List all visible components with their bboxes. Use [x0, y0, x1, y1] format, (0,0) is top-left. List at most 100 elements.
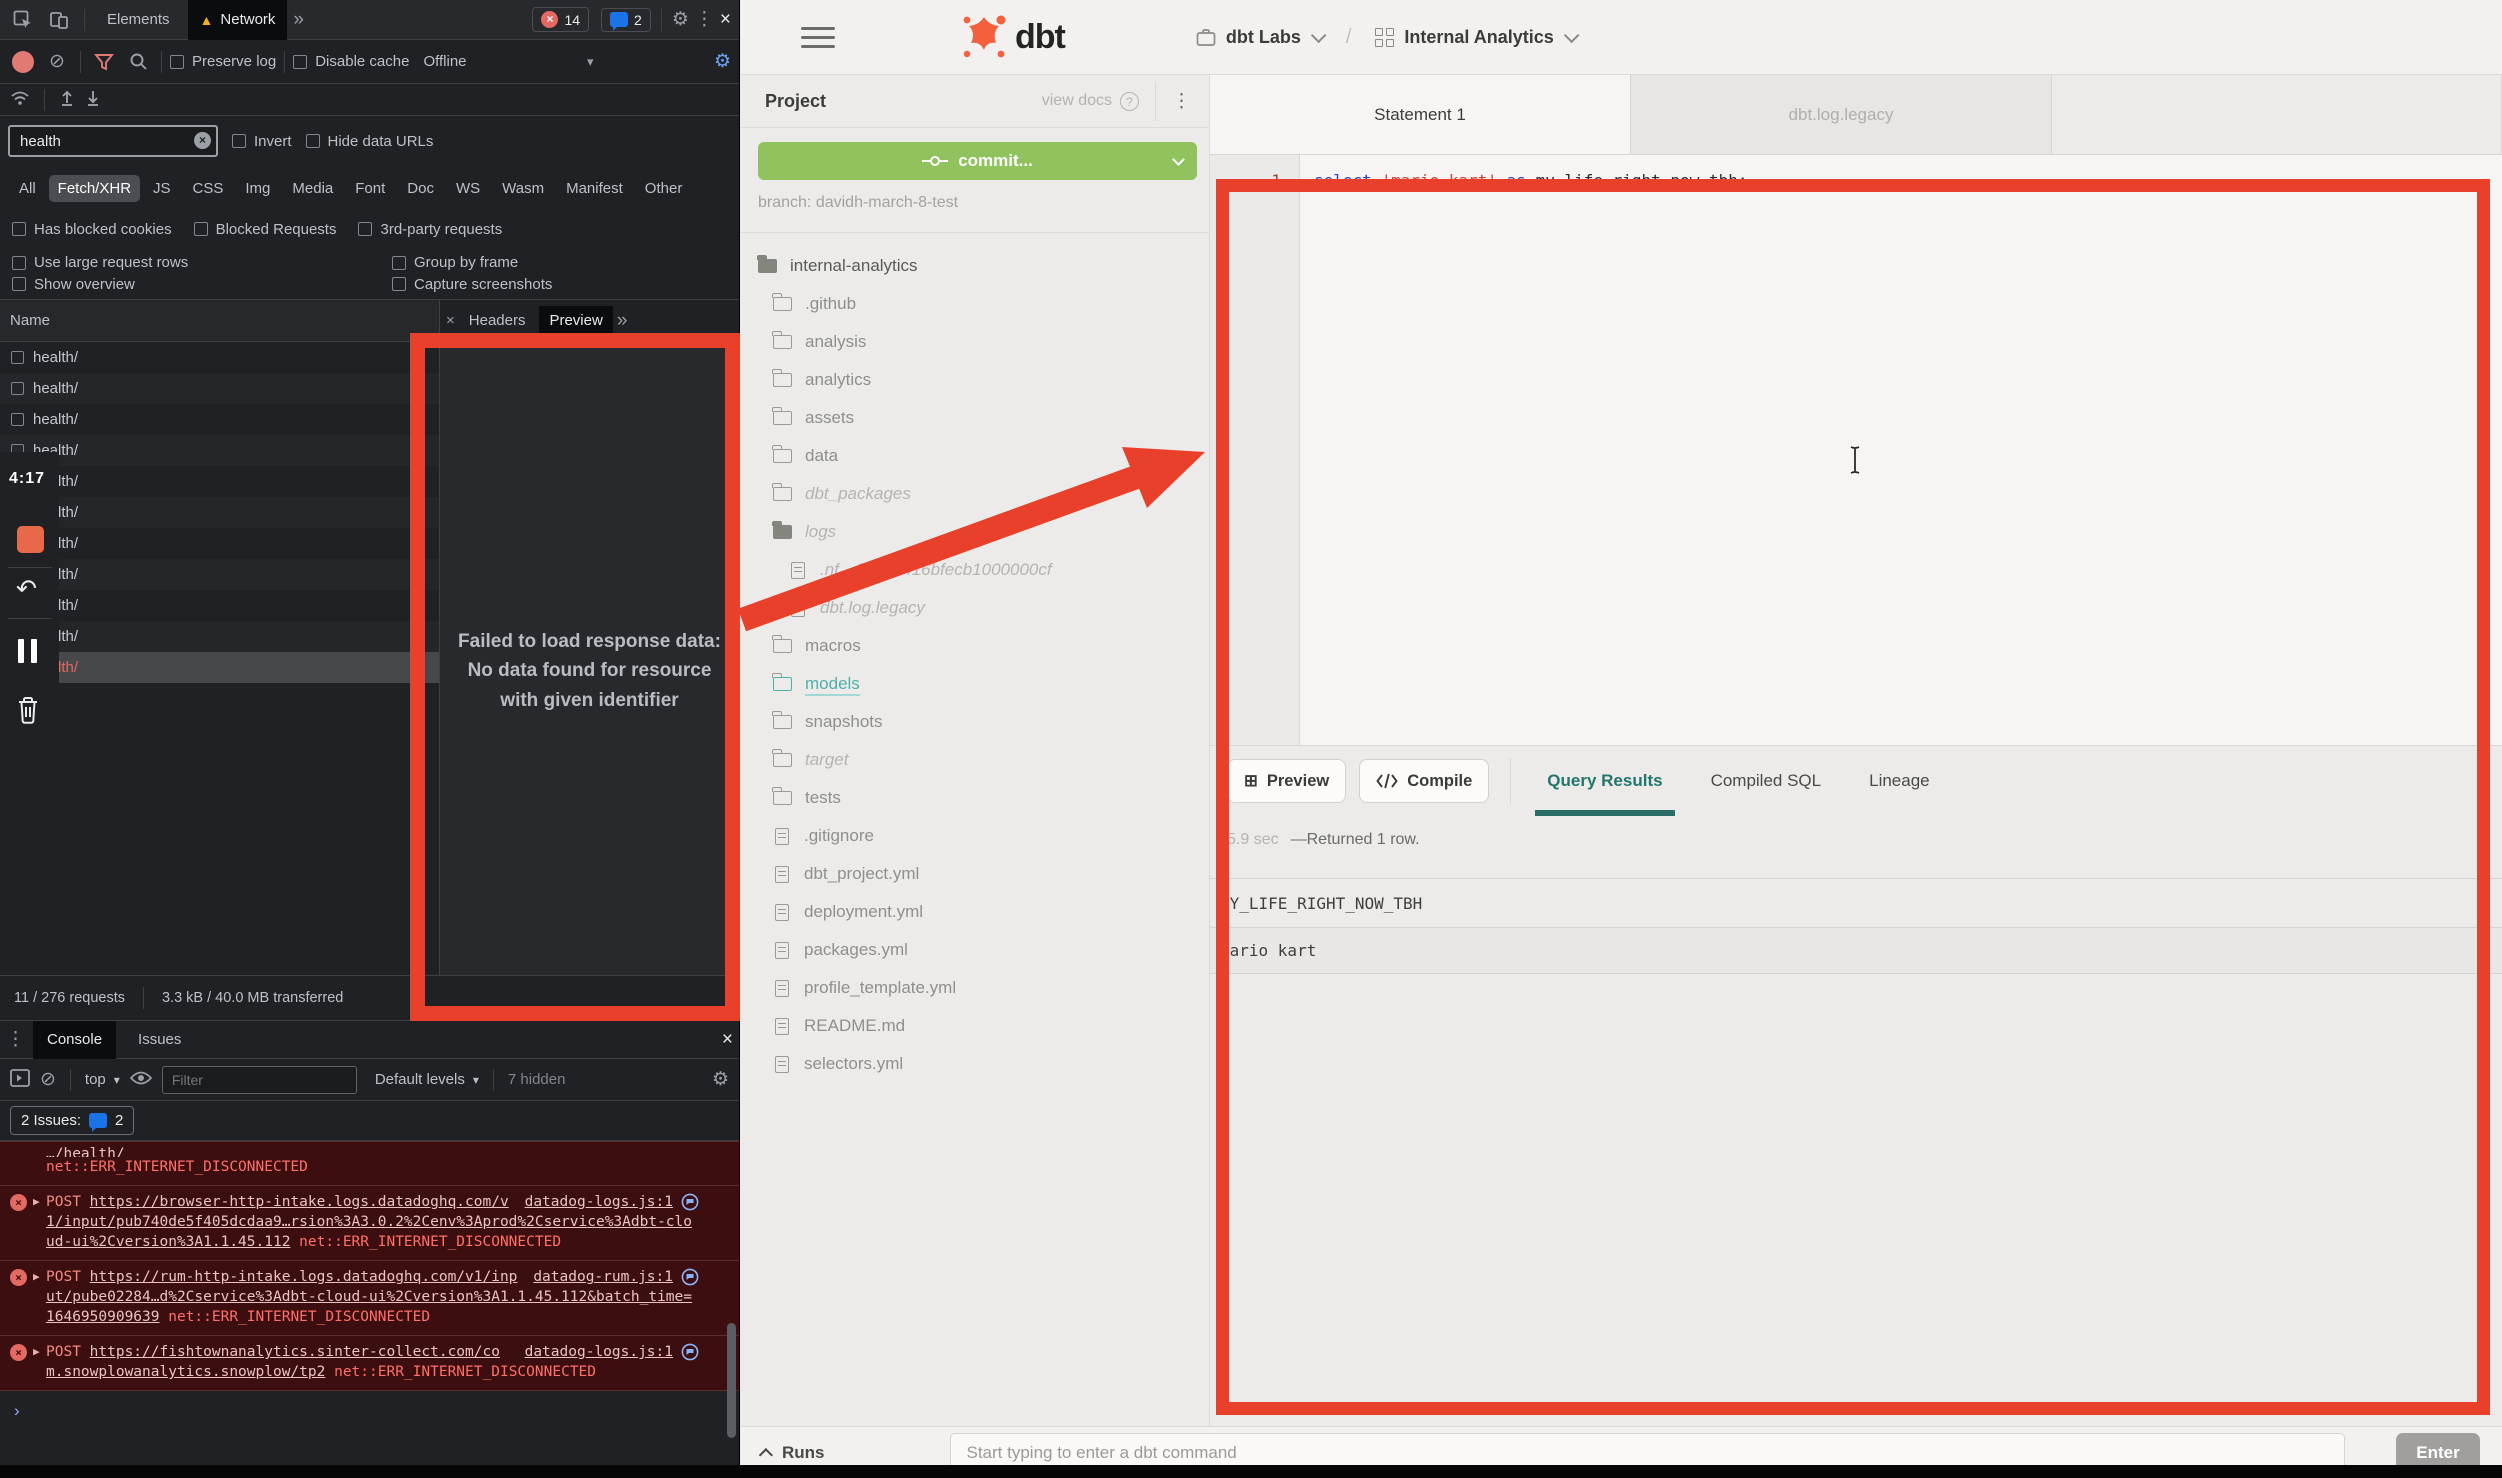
view-docs-link[interactable]: view docs ?	[1042, 92, 1139, 111]
network-filter-input[interactable]	[8, 125, 218, 157]
project-kebab-icon[interactable]: ⋮	[1155, 82, 1195, 121]
request-row[interactable]: health/	[0, 466, 439, 497]
sql-editor[interactable]: 1 select 'mario kart' as my_life_right_n…	[1210, 155, 2502, 745]
has-blocked-cookies-checkbox[interactable]: Has blocked cookies	[12, 221, 172, 238]
chip-ws[interactable]: WS	[447, 175, 489, 202]
tree-item-models[interactable]: models	[741, 665, 1209, 703]
tab-compiled-sql[interactable]: Compiled SQL	[1687, 746, 1846, 816]
context-selector[interactable]: top▾	[85, 1071, 120, 1088]
commit-button[interactable]: commit...	[758, 142, 1197, 180]
tree-item-macros[interactable]: macros	[741, 627, 1209, 665]
chip-css[interactable]: CSS	[184, 175, 233, 202]
help-icon[interactable]: ?	[1120, 92, 1139, 111]
chip-media[interactable]: Media	[283, 175, 342, 202]
tree-item-readme-md[interactable]: README.md	[741, 1007, 1209, 1045]
request-row[interactable]: health/	[0, 528, 439, 559]
console-kebab-icon[interactable]: ⋮	[6, 1028, 25, 1051]
tab-query-results[interactable]: Query Results	[1523, 746, 1686, 816]
device-toolbar-icon[interactable]	[44, 6, 74, 34]
chip-all[interactable]: All	[10, 175, 45, 202]
request-checkbox[interactable]	[11, 382, 24, 395]
console-sidebar-icon[interactable]	[10, 1069, 30, 1091]
pause-recording-icon[interactable]	[18, 639, 59, 663]
tree-item-dbt-packages[interactable]: dbt_packages	[741, 475, 1209, 513]
tree-item-assets[interactable]: assets	[741, 399, 1209, 437]
close-devtools-icon[interactable]: ×	[720, 9, 731, 31]
results-row[interactable]: mario kart	[1210, 928, 2502, 974]
request-row[interactable]: health/	[0, 590, 439, 621]
tab-lineage[interactable]: Lineage	[1845, 746, 1954, 816]
tree-item-nfs-log-file[interactable]: .nf…3665c416bfecb1000000cf	[741, 551, 1209, 589]
request-row[interactable]: health/	[0, 342, 439, 373]
request-row[interactable]: health/	[0, 497, 439, 528]
runs-toggle[interactable]: Runs	[763, 1443, 825, 1463]
clear-network-icon[interactable]: ⊘	[42, 48, 72, 76]
delete-recording-icon[interactable]	[15, 695, 59, 730]
console-settings-gear-icon[interactable]: ⚙	[712, 1068, 729, 1091]
export-har-icon[interactable]	[85, 89, 101, 110]
tree-item-internal-analytics[interactable]: internal-analytics	[741, 247, 1209, 285]
inspect-element-icon[interactable]	[8, 6, 38, 34]
chip-manifest[interactable]: Manifest	[557, 175, 632, 202]
chip-doc[interactable]: Doc	[398, 175, 443, 202]
close-detail-icon[interactable]: ×	[446, 312, 455, 329]
issue-info-icon[interactable]	[681, 1268, 699, 1286]
tree-item-selectors-yml[interactable]: selectors.yml	[741, 1045, 1209, 1083]
error-count-badge[interactable]: × 14	[532, 7, 589, 32]
throttling-select[interactable]: Offline	[423, 53, 466, 70]
console-filter-input[interactable]	[162, 1066, 357, 1094]
request-checkbox[interactable]	[11, 351, 24, 364]
chip-fetch-xhr[interactable]: Fetch/XHR	[49, 175, 140, 202]
network-conditions-icon[interactable]	[10, 90, 30, 110]
error-source-link[interactable]: datadog-rum.js:1	[533, 1267, 673, 1287]
console-error-clipped[interactable]: …/health/ net::ERR_INTERNET_DISCONNECTED	[0, 1141, 739, 1186]
compile-button[interactable]: Compile	[1359, 759, 1489, 803]
tree-item-packages-yml[interactable]: packages.yml	[741, 931, 1209, 969]
issue-info-icon[interactable]	[681, 1343, 699, 1361]
tree-item-data[interactable]: data	[741, 437, 1209, 475]
throttling-dropdown-icon[interactable]: ▾	[587, 54, 594, 70]
tree-item-gitignore[interactable]: .gitignore	[741, 817, 1209, 855]
tree-item-dbt-log-legacy[interactable]: dbt.log.legacy	[741, 589, 1209, 627]
search-icon[interactable]	[123, 48, 153, 76]
tab-statement-1[interactable]: Statement 1	[1210, 75, 1631, 154]
request-name-header[interactable]: Name	[0, 300, 439, 342]
tree-item-analytics[interactable]: analytics	[741, 361, 1209, 399]
code-line[interactable]: select 'mario kart' as my_life_right_now…	[1300, 155, 1747, 745]
request-row-selected[interactable]: health/	[0, 652, 439, 683]
chip-wasm[interactable]: Wasm	[493, 175, 553, 202]
issue-info-icon[interactable]	[681, 1193, 699, 1211]
request-row[interactable]: health/	[0, 435, 439, 466]
more-detail-tabs-icon[interactable]: »	[617, 310, 628, 332]
disable-cache-checkbox[interactable]: Disable cache	[293, 53, 409, 70]
expand-triangle-icon[interactable]: ▶	[33, 1267, 40, 1287]
import-har-icon[interactable]	[59, 89, 75, 110]
invert-checkbox[interactable]: Invert	[232, 133, 292, 150]
expand-triangle-icon[interactable]: ▶	[33, 1342, 40, 1362]
tab-preview[interactable]: Preview	[539, 306, 612, 335]
restart-recording-icon[interactable]: ↶	[16, 574, 59, 604]
chip-img[interactable]: Img	[236, 175, 279, 202]
tab-dbt-log-legacy[interactable]: dbt.log.legacy	[1631, 75, 2052, 154]
hamburger-menu-icon[interactable]	[801, 27, 835, 48]
preserve-log-checkbox[interactable]: Preserve log	[170, 53, 276, 70]
request-row[interactable]: health/	[0, 621, 439, 652]
capture-screenshots-checkbox[interactable]: Capture screenshots	[392, 276, 552, 293]
chip-other[interactable]: Other	[636, 175, 692, 202]
third-party-requests-checkbox[interactable]: 3rd-party requests	[358, 221, 502, 238]
group-by-frame-checkbox[interactable]: Group by frame	[392, 254, 518, 271]
request-row[interactable]: health/	[0, 373, 439, 404]
network-conditions-gear-icon[interactable]: ⚙	[714, 50, 731, 73]
chip-js[interactable]: JS	[144, 175, 180, 202]
log-levels-select[interactable]: Default levels▾	[375, 1071, 479, 1088]
tree-item-dbt-project-yml[interactable]: dbt_project.yml	[741, 855, 1209, 893]
eye-icon[interactable]	[130, 1070, 152, 1090]
request-checkbox[interactable]	[11, 413, 24, 426]
console-prompt[interactable]: ›	[0, 1391, 739, 1421]
error-url-link[interactable]: …/health/	[46, 1146, 125, 1157]
close-console-icon[interactable]: ×	[722, 1029, 733, 1051]
expand-triangle-icon[interactable]: ▶	[33, 1192, 40, 1212]
tree-item-snapshots[interactable]: snapshots	[741, 703, 1209, 741]
request-row[interactable]: health/	[0, 559, 439, 590]
clear-filter-icon[interactable]: ×	[194, 132, 211, 149]
